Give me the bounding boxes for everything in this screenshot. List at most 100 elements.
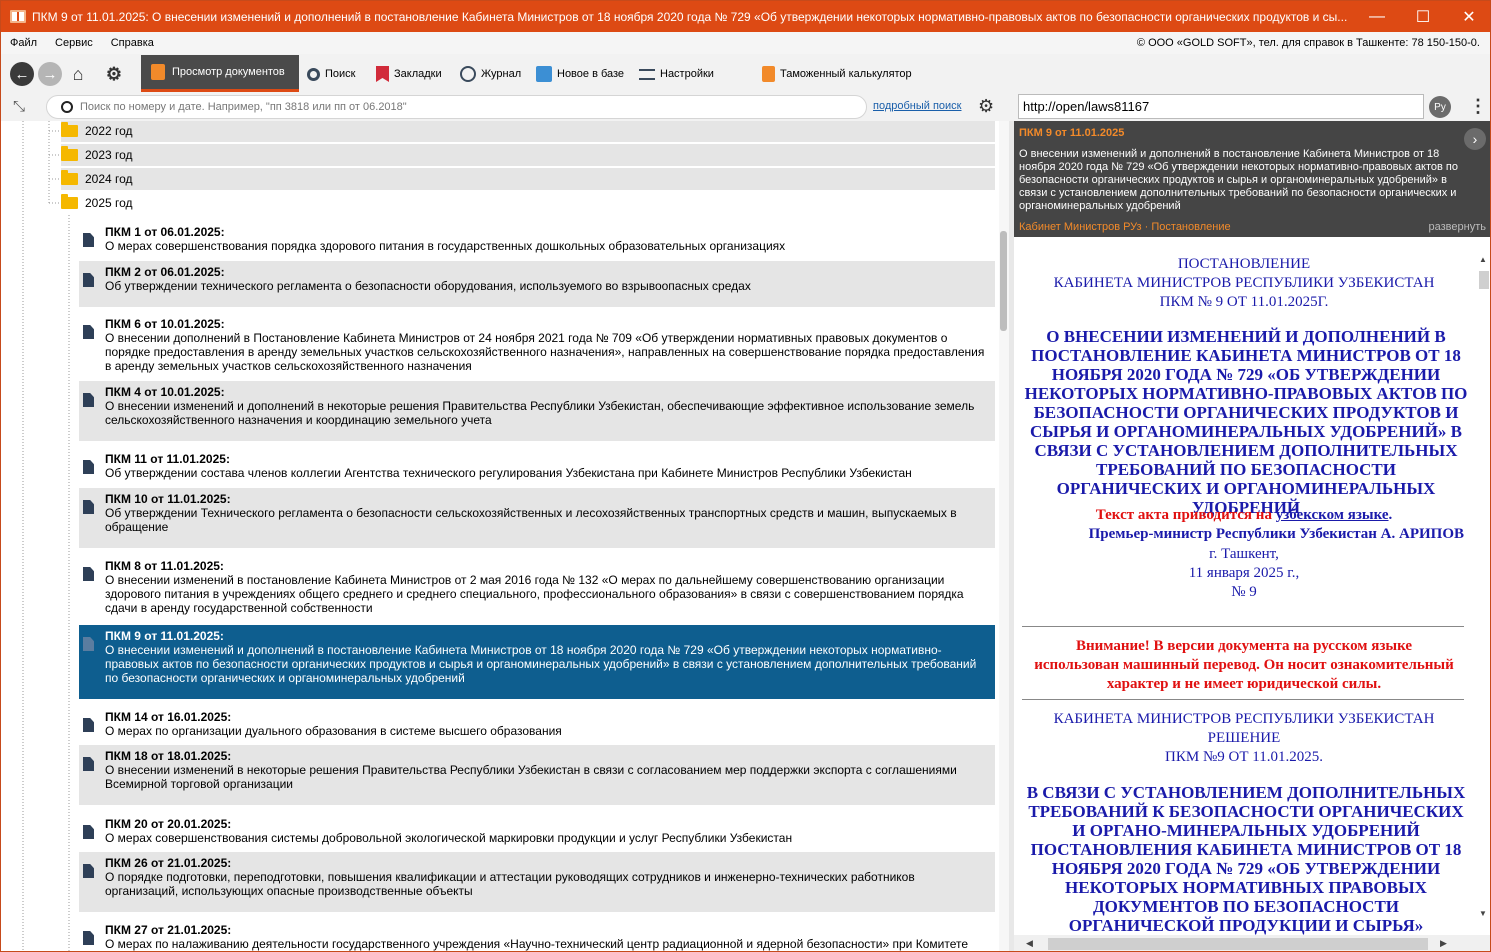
- document-scrollbar-thumb[interactable]: [1479, 271, 1489, 289]
- bookmarks-button-label: Закладки: [394, 68, 442, 80]
- doc-list-item[interactable]: ПКМ 20 от 20.01.2025: О мерах совершенств…: [79, 813, 995, 849]
- doc-signer: Премьер-министр Республики Узбекистан А.…: [1088, 526, 1464, 542]
- menu-bar: Файл Сервис Справка © ООО «GOLD SOFT», т…: [1, 32, 1490, 54]
- doc-desc: Об утверждении технического регламента о…: [105, 279, 751, 293]
- tab-document-view[interactable]: Просмотр документов: [141, 55, 299, 92]
- doc2-heading-type: РЕШЕНИЕ: [1207, 730, 1281, 746]
- tree-year-2024[interactable]: 2024 год: [61, 168, 995, 190]
- doc-heading-type: ПОСТАНОВЛЕНИЕ: [1177, 256, 1311, 272]
- more-menu-icon[interactable]: ⋮: [1469, 96, 1487, 117]
- scroll-up-icon[interactable]: ▲: [1479, 255, 1487, 264]
- scroll-down-icon[interactable]: ▼: [1479, 909, 1487, 918]
- search-bar: ⤡ Поиск по номеру и дате. Например, "пп …: [1, 93, 1490, 121]
- collapse-icon[interactable]: ⤡: [13, 98, 25, 115]
- bookmark-icon: [376, 66, 389, 82]
- doc-list-item[interactable]: ПКМ 14 от 16.01.2025: О мерах по организа…: [79, 706, 995, 742]
- new-in-base-button[interactable]: Новое в базе: [536, 62, 624, 86]
- back-arrow-icon[interactable]: ←: [10, 62, 34, 86]
- search-button[interactable]: Поиск: [307, 62, 355, 86]
- document-icon: [83, 273, 94, 287]
- maximize-button[interactable]: ☐: [1400, 1, 1446, 32]
- doc-desc: О мерах совершенствования системы добров…: [105, 831, 793, 845]
- doc-title: ПКМ 2 от 06.01.2025:: [105, 265, 225, 279]
- search-placeholder: Поиск по номеру и дате. Например, "пп 38…: [80, 101, 407, 113]
- menu-service[interactable]: Сервис: [46, 37, 102, 49]
- doc-desc: О мерах совершенствования порядка здоров…: [105, 239, 786, 253]
- tree-scrollbar-thumb[interactable]: [1000, 231, 1007, 331]
- doc-list-item[interactable]: ПКМ 18 от 18.01.2025: О внесении изменени…: [79, 745, 995, 805]
- doc-list-item[interactable]: ПКМ 11 от 11.01.2025: Об утверждении сост…: [79, 448, 995, 484]
- horizontal-scrollbar-thumb[interactable]: [1048, 938, 1428, 950]
- menu-file[interactable]: Файл: [1, 37, 46, 49]
- tree-scrollbar[interactable]: [999, 121, 1009, 951]
- doc-list-item[interactable]: ПКМ 6 от 10.01.2025: О внесении дополнени…: [79, 313, 995, 377]
- doc-title: ПКМ 1 от 06.01.2025:: [105, 225, 225, 239]
- gear-icon[interactable]: ⚙: [102, 62, 126, 86]
- folder-icon: [61, 122, 78, 137]
- doc-title: ПКМ 8 от 11.01.2025:: [105, 559, 224, 573]
- url-field[interactable]: http://open/laws81167: [1018, 94, 1424, 119]
- journal-button[interactable]: Журнал: [460, 62, 521, 86]
- year-label: 2022 год: [85, 124, 133, 138]
- doc-desc: О внесении дополнений в Постановление Ка…: [105, 331, 985, 373]
- bookmarks-button[interactable]: Закладки: [376, 62, 442, 86]
- document-icon: [83, 460, 94, 474]
- document-icon: [83, 864, 94, 878]
- folder-icon: [61, 170, 78, 185]
- scroll-left-icon[interactable]: ◀: [1026, 938, 1033, 949]
- home-icon[interactable]: ⌂: [66, 62, 90, 86]
- document-scrollbar[interactable]: ▲ ▼: [1476, 237, 1490, 937]
- minimize-button[interactable]: —: [1354, 1, 1400, 32]
- document-icon: [83, 757, 94, 771]
- doc-number: № 9: [1231, 584, 1257, 600]
- doc-title: О ВНЕСЕНИИ ИЗМЕНЕНИЙ И ДОПОЛНЕНИЙ В ПОСТ…: [1024, 327, 1468, 517]
- copyright-text: © ООО «GOLD SOFT», тел. для справок в Та…: [1136, 37, 1480, 49]
- tab-document-view-label: Просмотр документов: [172, 66, 285, 78]
- doc-title: ПКМ 14 от 16.01.2025:: [105, 710, 232, 724]
- history-icon: [460, 66, 476, 82]
- search-input[interactable]: Поиск по номеру и дате. Например, "пп 38…: [46, 95, 867, 119]
- horizontal-scrollbar[interactable]: ◀ ▶: [1014, 935, 1490, 951]
- doc-desc: О внесении изменений в некоторые решения…: [105, 763, 957, 791]
- settings-button[interactable]: Настройки: [639, 62, 714, 86]
- doc-list-item[interactable]: ПКМ 27 от 21.01.2025: О мерах по налажива…: [79, 919, 995, 951]
- customs-calculator-button[interactable]: Таможенный калькулятор: [762, 62, 912, 86]
- expand-link[interactable]: развернуть: [1429, 221, 1486, 233]
- sliders-icon: [639, 68, 655, 80]
- chevron-right-icon[interactable]: ›: [1464, 128, 1486, 150]
- language-button[interactable]: Ру: [1429, 96, 1451, 118]
- doc2-heading-org: КАБИНЕТА МИНИСТРОВ РЕСПУБЛИКИ УЗБЕКИСТАН: [1053, 711, 1435, 727]
- doc-desc: Об утверждении Технического регламента о…: [105, 506, 957, 534]
- scroll-right-icon[interactable]: ▶: [1440, 938, 1447, 949]
- year-label: 2023 год: [85, 148, 133, 162]
- search-settings-icon[interactable]: ⚙: [978, 96, 994, 117]
- doc-list-item-selected[interactable]: ПКМ 9 от 11.01.2025: О внесении изменений…: [79, 625, 995, 699]
- tree-year-2022[interactable]: 2022 год: [61, 121, 995, 142]
- journal-button-label: Журнал: [481, 68, 522, 80]
- tree-year-2025[interactable]: 2025 год: [61, 192, 133, 214]
- doc-list-item[interactable]: ПКМ 26 от 21.01.2025: О порядке подготовк…: [79, 852, 995, 912]
- doc2-title: В СВЯЗИ С УСТАНОВЛЕНИЕМ ДОПОЛНИТЕЛЬНЫХ Т…: [1026, 783, 1466, 951]
- doc-heading-org: КАБИНЕТА МИНИСТРОВ РЕСПУБЛИКИ УЗБЕКИСТАН: [1053, 275, 1435, 291]
- forward-arrow-icon[interactable]: →: [38, 62, 62, 86]
- doc-list-item[interactable]: ПКМ 10 от 11.01.2025: Об утверждении Техн…: [79, 488, 995, 548]
- title-bar: ПКМ 9 от 11.01.2025: О внесении изменени…: [1, 1, 1490, 32]
- advanced-search-link[interactable]: подробный поиск: [873, 100, 962, 112]
- app-book-icon: [10, 10, 26, 23]
- tree-year-2023[interactable]: 2023 год: [61, 144, 995, 166]
- doc-title: ПКМ 27 от 21.01.2025:: [105, 923, 232, 937]
- doc-list-item[interactable]: ПКМ 2 от 06.01.2025: Об утверждении техни…: [79, 261, 995, 307]
- close-button[interactable]: ✕: [1446, 1, 1490, 32]
- document-body: ПОСТАНОВЛЕНИЕ КАБИНЕТА МИНИСТРОВ РЕСПУБЛ…: [1014, 237, 1476, 951]
- menu-help[interactable]: Справка: [102, 37, 163, 49]
- settings-button-label: Настройки: [660, 68, 714, 80]
- document-icon: [83, 567, 94, 581]
- uzbek-language-link[interactable]: узбекском языке: [1276, 507, 1389, 523]
- doc-list-item[interactable]: ПКМ 1 от 06.01.2025: О мерах совершенство…: [79, 221, 995, 257]
- info-title: ПКМ 9 от 11.01.2025: [1019, 127, 1125, 139]
- customs-calculator-label: Таможенный калькулятор: [780, 68, 912, 80]
- doc-list-item[interactable]: ПКМ 4 от 10.01.2025: О внесении изменений…: [79, 381, 995, 441]
- doc-title: ПКМ 6 от 10.01.2025:: [105, 317, 225, 331]
- doc-list-item[interactable]: ПКМ 8 от 11.01.2025: О внесении изменений…: [79, 555, 995, 619]
- doc-title: ПКМ 9 от 11.01.2025:: [105, 629, 224, 643]
